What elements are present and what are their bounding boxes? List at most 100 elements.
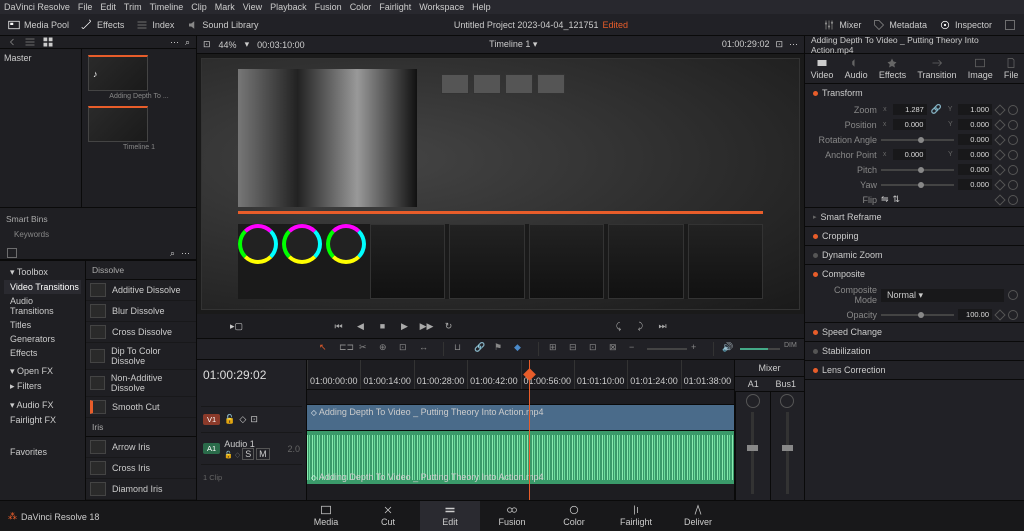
audio-track-header[interactable]: A1 Audio 1 🔓 ◇ S M 2.0: [201, 432, 302, 464]
smart-bin-item[interactable]: Keywords: [6, 228, 190, 241]
transition-item[interactable]: Cross Dissolve: [86, 322, 196, 343]
page-color[interactable]: Color: [544, 501, 604, 531]
clip-thumbnail[interactable]: ♪: [88, 55, 148, 91]
trim-tool[interactable]: ⊏⊐: [339, 342, 353, 356]
anchor-y-input[interactable]: 0.000: [958, 149, 992, 160]
yaw-input[interactable]: 0.000: [958, 179, 992, 190]
video-track-header[interactable]: V1 🔓 ◇ ⊡: [201, 406, 302, 432]
menu-item[interactable]: Fusion: [315, 2, 342, 12]
tree-item[interactable]: Video Transitions: [4, 280, 81, 294]
inspector-toggle[interactable]: Inspector: [939, 19, 992, 31]
overwrite-tool[interactable]: ⊡: [399, 342, 413, 356]
insert-tool[interactable]: ⊕: [379, 342, 393, 356]
mixer-toggle[interactable]: Mixer: [823, 19, 861, 31]
tab-audio[interactable]: Audio: [845, 57, 868, 80]
last-frame-button[interactable]: ⏭: [656, 319, 670, 333]
reset-button[interactable]: [1008, 105, 1018, 115]
playhead[interactable]: [529, 360, 530, 500]
mark-in-button[interactable]: ⤹: [612, 319, 626, 333]
search-icon[interactable]: ⌕: [185, 37, 190, 48]
section-toggle[interactable]: Speed Change: [805, 323, 1024, 341]
page-fairlight[interactable]: Fairlight: [606, 501, 666, 531]
menu-item[interactable]: View: [243, 2, 262, 12]
first-frame-button[interactable]: ⏮: [332, 319, 346, 333]
menu-item[interactable]: Edit: [100, 2, 116, 12]
effects-toggle[interactable]: Effects: [81, 19, 124, 31]
transition-item[interactable]: Smooth Cut: [86, 397, 196, 418]
flip-v-button[interactable]: ⇅: [893, 194, 901, 205]
transition-item[interactable]: Additive Dissolve: [86, 280, 196, 301]
next-frame-button[interactable]: ▶▶: [420, 319, 434, 333]
section-toggle[interactable]: Dynamic Zoom: [805, 246, 1024, 264]
page-media[interactable]: Media: [296, 501, 356, 531]
menu-item[interactable]: DaVinci Resolve: [4, 2, 70, 12]
yaw-slider[interactable]: [881, 184, 954, 186]
keyframe-button[interactable]: [994, 104, 1005, 115]
bin-tree[interactable]: Master: [0, 49, 82, 207]
sound-library-toggle[interactable]: Sound Library: [186, 19, 258, 31]
page-edit[interactable]: Edit: [420, 501, 480, 531]
index-toggle[interactable]: Index: [136, 19, 174, 31]
transition-item[interactable]: Arrow Iris: [86, 437, 196, 458]
tree-item[interactable]: Fairlight FX: [4, 413, 81, 427]
menu-item[interactable]: Fairlight: [379, 2, 411, 12]
video-clip[interactable]: ◇ Adding Depth To Video _ Putting Theory…: [307, 404, 734, 430]
selection-tool[interactable]: ↖: [319, 342, 333, 356]
tool-icon[interactable]: ⊞: [549, 342, 563, 356]
link-icon[interactable]: 🔗: [931, 104, 942, 115]
zoom-level[interactable]: 44%: [219, 40, 237, 50]
pitch-input[interactable]: 0.000: [958, 164, 992, 175]
pos-x-input[interactable]: 0.000: [893, 119, 927, 130]
page-fusion[interactable]: Fusion: [482, 501, 542, 531]
timeline-body[interactable]: 01:00:00:0001:00:14:0001:00:28:0001:00:4…: [307, 360, 734, 500]
reset-button[interactable]: [1008, 150, 1018, 160]
media-pool-toggle[interactable]: Media Pool: [8, 19, 69, 31]
prev-frame-button[interactable]: ◀: [354, 319, 368, 333]
reset-button[interactable]: [1008, 120, 1018, 130]
reset-button[interactable]: [1008, 290, 1018, 300]
flip-h-button[interactable]: ⇋: [881, 194, 889, 205]
page-deliver[interactable]: Deliver: [668, 501, 728, 531]
keyframe-button[interactable]: [994, 119, 1005, 130]
marker-tool[interactable]: ◆: [514, 342, 528, 356]
keyframe-button[interactable]: [994, 149, 1005, 160]
expand-icon[interactable]: [1004, 19, 1016, 31]
timeline-ruler[interactable]: 01:00:00:0001:00:14:0001:00:28:0001:00:4…: [307, 360, 734, 390]
loop-button[interactable]: ↻: [442, 319, 456, 333]
reset-button[interactable]: [1008, 195, 1018, 205]
composite-mode-select[interactable]: Normal ▾: [881, 289, 1004, 302]
transition-item[interactable]: Blur Dissolve: [86, 301, 196, 322]
link-toggle[interactable]: 🔗: [474, 342, 488, 356]
tool-icon[interactable]: ⊠: [609, 342, 623, 356]
snap-toggle[interactable]: ⊔: [454, 342, 468, 356]
section-toggle[interactable]: Lens Correction: [805, 361, 1024, 379]
tree-item[interactable]: Effects: [4, 346, 81, 360]
reset-button[interactable]: [1008, 180, 1018, 190]
mark-out-button[interactable]: ⤸: [634, 319, 648, 333]
zoom-in-button[interactable]: +: [691, 342, 705, 356]
rotation-slider[interactable]: [881, 139, 954, 141]
stop-button[interactable]: ■: [376, 319, 390, 333]
thumb-view-icon[interactable]: [42, 36, 54, 48]
expand-icon[interactable]: [6, 247, 18, 259]
timeline-timecode[interactable]: 01:00:29:02: [201, 364, 302, 392]
timeline-name[interactable]: Timeline 1: [489, 39, 530, 49]
match-frame-icon[interactable]: ▸▢: [230, 321, 243, 332]
section-toggle[interactable]: Cropping: [805, 227, 1024, 245]
mixer-channel[interactable]: [770, 392, 805, 500]
search-icon[interactable]: ⌕: [170, 248, 175, 259]
pitch-slider[interactable]: [881, 169, 954, 171]
volume-slider[interactable]: [740, 348, 780, 350]
audio-clip[interactable]: ◇ Adding Depth To Video _ Putting Theory…: [307, 430, 734, 484]
blade-tool[interactable]: ✂: [359, 342, 373, 356]
replace-tool[interactable]: ↔: [419, 342, 433, 356]
section-toggle[interactable]: Stabilization: [805, 342, 1024, 360]
zoom-slider[interactable]: [647, 348, 687, 350]
keyframe-button[interactable]: [994, 194, 1005, 205]
zoom-x-input[interactable]: 1.287: [893, 104, 927, 115]
tab-transition[interactable]: Transition: [917, 57, 956, 80]
timeline-thumbnail[interactable]: [88, 106, 148, 142]
auto-select-icon[interactable]: ◇: [239, 414, 246, 425]
fit-dropdown[interactable]: ⊡: [203, 39, 211, 50]
tree-item[interactable]: Titles: [4, 318, 81, 332]
